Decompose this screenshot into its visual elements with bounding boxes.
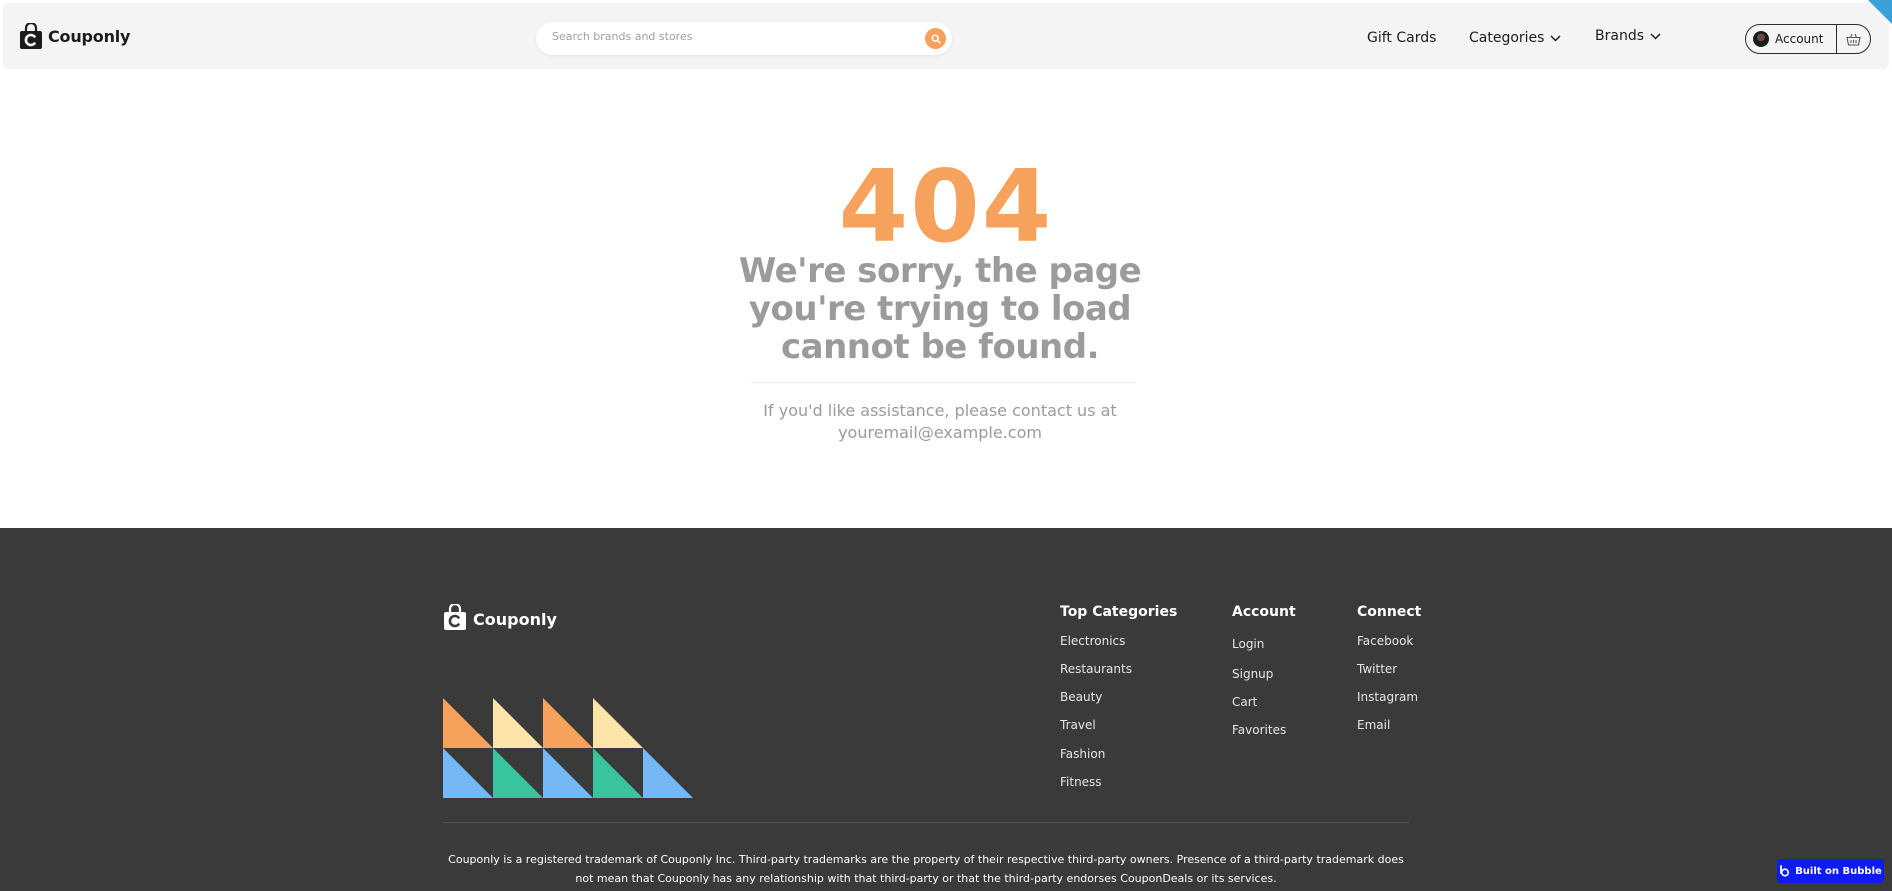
footer-link-cart[interactable]: Cart xyxy=(1232,695,1296,709)
error-code: 404 xyxy=(838,148,1054,265)
account-label: Account xyxy=(1775,32,1824,46)
footer-link-email[interactable]: Email xyxy=(1357,718,1421,732)
account-cart-group: Account xyxy=(1745,24,1871,54)
error-title: We're sorry, the page you're trying to l… xyxy=(738,251,1142,367)
search-icon xyxy=(931,34,941,44)
corner-ribbon[interactable] xyxy=(1868,0,1892,24)
nav-brands-label: Brands xyxy=(1595,28,1644,44)
footer-link-restaurants[interactable]: Restaurants xyxy=(1060,662,1177,676)
footer-link-signup[interactable]: Signup xyxy=(1232,667,1296,681)
nav-brands-dropdown[interactable]: Brands xyxy=(1595,28,1661,44)
nav-categories-label: Categories xyxy=(1469,30,1545,46)
footer-legal-text: Couponly is a registered trademark of Co… xyxy=(448,853,1404,885)
help-text-line: If you'd like assistance, please contact… xyxy=(763,401,1117,420)
help-email: youremail@example.com xyxy=(838,423,1042,442)
search-bar xyxy=(536,22,952,55)
built-on-bubble-badge[interactable]: Built on Bubble xyxy=(1777,859,1884,883)
chevron-down-icon xyxy=(1650,32,1661,40)
site-header: Couponly Gift Cards Categories Brands Ac… xyxy=(3,3,1889,69)
badge-label: Built on Bubble xyxy=(1795,865,1882,877)
logo-text: Couponly xyxy=(48,27,131,46)
footer-column-account: Account Login Signup Cart Favorites xyxy=(1232,604,1296,737)
footer-logo-text: Couponly xyxy=(473,610,557,629)
footer-column-connect: Connect Facebook Twitter Instagram Email xyxy=(1357,604,1421,732)
chevron-down-icon xyxy=(1550,34,1561,42)
footer-column-heading: Account xyxy=(1232,604,1296,620)
footer-link-electronics[interactable]: Electronics xyxy=(1060,634,1177,648)
cart-button[interactable] xyxy=(1837,25,1870,53)
footer-link-twitter[interactable]: Twitter xyxy=(1357,662,1421,676)
site-footer: Couponly Top Categories Electronics Rest… xyxy=(0,528,1892,891)
nav-gift-cards-label: Gift Cards xyxy=(1367,30,1437,46)
nav-categories-dropdown[interactable]: Categories xyxy=(1469,30,1561,46)
footer-column-heading: Connect xyxy=(1357,604,1422,620)
error-help-text: If you'd like assistance, please contact… xyxy=(760,400,1120,444)
search-input[interactable] xyxy=(552,30,912,43)
footer-column-top-categories: Top Categories Electronics Restaurants B… xyxy=(1060,604,1177,789)
shopping-bag-logo-icon xyxy=(19,21,43,50)
header-logo[interactable]: Couponly xyxy=(19,21,131,50)
footer-link-travel[interactable]: Travel xyxy=(1060,718,1177,732)
search-button[interactable] xyxy=(925,28,946,49)
footer-link-favorites[interactable]: Favorites xyxy=(1232,723,1296,737)
footer-divider xyxy=(443,822,1409,823)
avatar xyxy=(1753,31,1769,47)
footer-link-instagram[interactable]: Instagram xyxy=(1357,690,1421,704)
bubble-logo-icon xyxy=(1780,865,1790,877)
triangle-pattern-illustration xyxy=(443,698,693,798)
footer-link-fitness[interactable]: Fitness xyxy=(1060,775,1177,789)
footer-column-heading: Top Categories xyxy=(1060,604,1178,620)
nav-gift-cards[interactable]: Gift Cards xyxy=(1367,30,1436,46)
basket-icon xyxy=(1846,33,1861,46)
footer-link-facebook[interactable]: Facebook xyxy=(1357,634,1421,648)
account-button[interactable]: Account xyxy=(1746,25,1837,53)
footer-link-login[interactable]: Login xyxy=(1232,637,1296,651)
footer-link-beauty[interactable]: Beauty xyxy=(1060,690,1177,704)
footer-link-fashion[interactable]: Fashion xyxy=(1060,747,1177,761)
divider xyxy=(751,382,1136,383)
footer-logo[interactable]: Couponly xyxy=(443,602,557,635)
shopping-bag-logo-icon xyxy=(443,602,467,635)
